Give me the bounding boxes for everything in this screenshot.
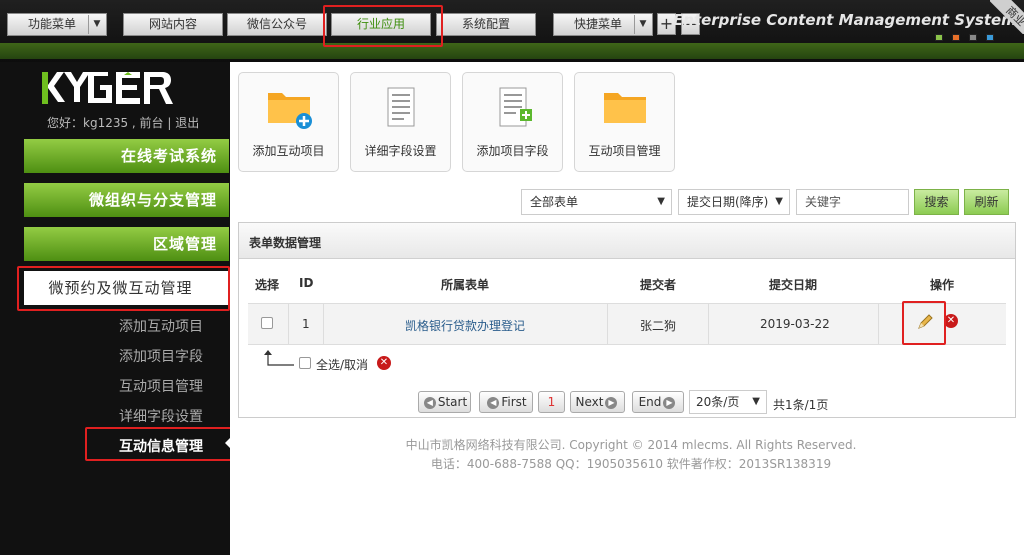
highlight-industry-tab [323, 5, 443, 47]
brand-title: Enterprise Content Management System [673, 11, 1017, 29]
tile-field-settings[interactable]: 详细字段设置 [350, 72, 451, 172]
row-submitter: 张二狗 [640, 319, 677, 333]
folder-add-icon [268, 93, 312, 129]
next-icon: ▶ [605, 396, 618, 409]
pager-first-button[interactable]: ◀ First [479, 391, 533, 413]
rewind-icon: ◀ [423, 396, 436, 409]
cell-divider [288, 303, 289, 345]
pager-current-page[interactable]: 1 [538, 391, 565, 413]
table-row [248, 303, 1006, 345]
refresh-button[interactable]: 刷新 [964, 189, 1009, 215]
row-date: 2019-03-22 [760, 317, 830, 331]
folder-icon [604, 93, 646, 123]
panel-header [239, 223, 1015, 259]
row-checkbox[interactable] [261, 317, 273, 329]
user-greeting: 您好：kg1235 , 前台 | 退出 [47, 116, 200, 130]
theme-swatch-orange[interactable] [952, 34, 960, 41]
pager-start-label: Start [437, 395, 468, 409]
pager-summary: 共1条/1页 [773, 398, 829, 412]
highlight-booking-group [17, 266, 230, 311]
theme-swatch-green[interactable] [935, 34, 943, 41]
form-filter-select[interactable]: 全部表单 ▼ [521, 189, 672, 215]
pager-next-button[interactable]: Next ▶ [570, 391, 625, 413]
pager-next-label: Next [575, 395, 604, 409]
per-page-select[interactable]: 20条/页 ▼ [689, 390, 767, 414]
edition-ribbon: 商业 [990, 0, 1024, 34]
nav-site-content[interactable]: 网站内容 [123, 13, 223, 36]
select-all-checkbox[interactable] [299, 357, 311, 369]
tile-project-manage[interactable]: 互动项目管理 [574, 72, 675, 172]
sidebar-item-project-manage[interactable]: 互动项目管理 [119, 376, 203, 396]
kyger-logo [42, 72, 173, 104]
col-form: 所属表单 [441, 278, 490, 292]
col-select: 选择 [255, 278, 280, 292]
nav-wechat[interactable]: 微信公众号 [227, 13, 327, 36]
sidebar-item-add-field[interactable]: 添加项目字段 [119, 346, 203, 366]
quick-menu-dropdown[interactable]: ▼ [634, 15, 651, 34]
top-green-strip [0, 43, 1024, 59]
tile-field-settings-label: 详细字段设置 [364, 144, 437, 158]
sidebar-group-exam[interactable]: 在线考试系统 [24, 139, 229, 173]
pager-end-label: End [638, 395, 662, 409]
panel-title: 表单数据管理 [249, 236, 322, 250]
sidebar-group-region[interactable]: 区域管理 [24, 227, 229, 261]
cell-divider [708, 303, 709, 345]
sidebar-item-field-settings[interactable]: 详细字段设置 [119, 406, 203, 426]
row-form-link[interactable]: 凯格银行贷款办理登记 [405, 317, 525, 334]
nav-system-config[interactable]: 系统配置 [436, 13, 536, 36]
select-arrow-icon: ▼ [752, 396, 760, 407]
fast-forward-icon: ▶ [663, 396, 676, 409]
col-actions: 操作 [930, 278, 955, 292]
edition-ribbon-label: 商业 [990, 0, 1024, 34]
theme-swatch-gray[interactable] [969, 34, 977, 41]
cell-divider [323, 303, 324, 345]
keyword-input[interactable]: 关键字 [796, 189, 909, 215]
pager-start-button[interactable]: ◀ Start [418, 391, 471, 413]
delete-icon[interactable]: ✕ [944, 314, 958, 328]
tile-add-project-label: 添加互动项目 [252, 144, 325, 158]
tile-add-field[interactable]: 添加项目字段 [462, 72, 563, 172]
select-all-label[interactable]: 全选/取消 [316, 356, 368, 373]
cell-divider [878, 303, 879, 345]
sidebar-item-add-project[interactable]: 添加互动项目 [119, 316, 203, 336]
pager-end-button[interactable]: End ▶ [632, 391, 684, 413]
select-arrow-icon: ▼ [775, 196, 783, 207]
document-icon [387, 87, 415, 127]
function-menu-dropdown[interactable]: ▼ [88, 15, 105, 34]
document-add-icon [499, 87, 532, 127]
per-page-value: 20条/页 [696, 395, 740, 409]
search-button[interactable]: 搜索 [914, 189, 959, 215]
tile-add-field-label: 添加项目字段 [476, 144, 549, 158]
tile-add-project[interactable]: 添加互动项目 [238, 72, 339, 172]
footer-contact: 电话：400-688-7588 QQ：1905035610 软件著作权：2013… [430, 457, 832, 471]
quick-menu-label: 快捷菜单 [574, 17, 623, 31]
sidebar-group-org[interactable]: 微组织与分支管理 [24, 183, 229, 217]
tile-project-manage-label: 互动项目管理 [588, 144, 661, 158]
col-submitter: 提交者 [640, 278, 677, 292]
sort-value: 提交日期(降序) [687, 195, 769, 209]
sort-select[interactable]: 提交日期(降序) ▼ [678, 189, 790, 215]
cell-divider [607, 303, 608, 345]
row-id: 1 [302, 317, 310, 331]
highlight-info-manage [85, 427, 251, 461]
select-arrow-icon [264, 350, 294, 366]
select-arrow-icon: ▼ [657, 196, 665, 207]
prev-icon: ◀ [487, 396, 500, 409]
footer-copyright: 中山市凯格网络科技有限公司. Copyright © 2014 mlecms. … [405, 438, 857, 452]
form-filter-value: 全部表单 [530, 195, 579, 209]
function-menu-label: 功能菜单 [28, 17, 77, 31]
theme-swatch-blue[interactable] [986, 34, 994, 41]
pager-first-label: First [501, 395, 527, 409]
highlight-edit-button [902, 301, 946, 345]
bulk-delete-icon[interactable]: ✕ [377, 356, 391, 370]
col-id: ID [299, 276, 314, 290]
col-date: 提交日期 [769, 278, 818, 292]
